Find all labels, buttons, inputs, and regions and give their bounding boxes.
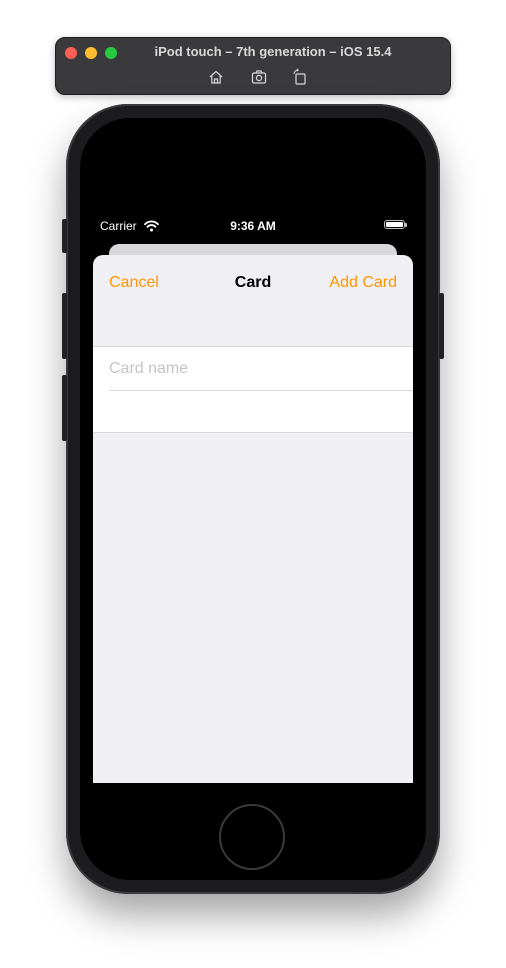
home-button[interactable] bbox=[219, 804, 285, 870]
mute-switch bbox=[62, 219, 67, 253]
card-form-section bbox=[93, 346, 413, 433]
home-icon[interactable] bbox=[207, 68, 225, 86]
simulator-window: iPod touch – 7th generation – iOS 15.4 C… bbox=[0, 0, 506, 968]
device-screen: Carrier 9:36 AM Cancel Card Add Card bbox=[93, 210, 413, 783]
card-name-field[interactable] bbox=[109, 347, 413, 390]
navigation-bar: Cancel Card Add Card bbox=[93, 255, 413, 313]
sleep-wake-button bbox=[439, 293, 444, 359]
simulator-title: iPod touch – 7th generation – iOS 15.4 bbox=[154, 44, 392, 59]
volume-up-button bbox=[62, 293, 67, 359]
add-card-sheet: Cancel Card Add Card bbox=[93, 255, 413, 783]
simulator-toolbar bbox=[56, 68, 450, 88]
simulator-titlebar: iPod touch – 7th generation – iOS 15.4 bbox=[55, 37, 451, 95]
status-time: 9:36 AM bbox=[230, 219, 276, 233]
status-bar: Carrier 9:36 AM bbox=[93, 210, 413, 240]
add-card-button[interactable]: Add Card bbox=[329, 274, 397, 292]
rotate-icon[interactable] bbox=[291, 68, 309, 86]
battery-icon bbox=[384, 220, 407, 229]
screenshot-icon[interactable] bbox=[250, 68, 268, 86]
card-detail-field[interactable] bbox=[109, 391, 413, 432]
volume-down-button bbox=[62, 375, 67, 441]
